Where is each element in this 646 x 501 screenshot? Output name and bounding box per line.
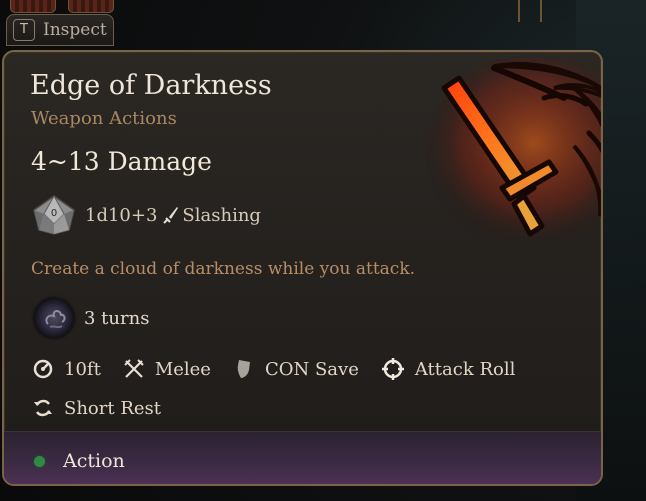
darkness-cloud-icon [34,298,74,338]
damage-dice-row: 0 1d10+3 Slashing [31,194,261,235]
cycle-arrows-icon [34,399,52,417]
d10-icon: 0 [33,194,75,235]
spell-properties-row: 10ft Melee CON Save Attack Roll [32,355,537,383]
spell-title: Edge of Darkness [30,70,272,101]
inspect-label: Inspect [43,20,107,40]
edge-of-darkness-icon [426,58,601,253]
crosshair-icon [381,358,404,380]
save-label: CON Save [264,358,359,380]
save-property: CON Save [233,358,359,380]
attack-type-label: Melee [154,358,211,380]
crossed-swords-icon [124,359,144,378]
spell-category: Weapon Actions [31,108,177,129]
tooltip-card: Edge of Darkness Weapon Actions 4~13 Dam… [2,50,603,486]
range-gauge-icon [33,359,53,379]
duration-label: 3 turns [84,307,150,329]
action-cost-row: Action [34,447,125,475]
action-cost-label: Action [63,450,125,472]
range-label: 10ft [64,358,101,380]
hotbar-slot[interactable] [10,0,56,13]
damage-dice-label: 1d10+3 [85,204,158,226]
damage-range: 4~13 Damage [31,147,212,176]
spell-description: Create a cloud of darkness while you att… [31,259,416,279]
duration-row: 3 turns [34,297,149,339]
roll-property: Attack Roll [381,357,516,381]
keybind-badge: T [13,19,35,41]
tooltip-scene: T Inspect Edge of Darkness Weapon Action… [0,0,646,501]
d10-face-label: 0 [51,208,57,219]
shield-icon [237,360,250,378]
roll-label: Attack Roll [414,358,516,380]
action-dot-icon [34,455,45,467]
inspect-button[interactable]: T Inspect [6,14,114,46]
sword-icon [163,207,179,224]
range-property: 10ft [32,358,101,380]
attack-type-property: Melee [123,358,211,380]
damage-type-label: Slashing [182,204,261,226]
frame-edge [518,0,542,22]
hotbar-slot[interactable] [68,0,114,13]
recharge-label: Short Rest [64,397,161,419]
hotbar-slots [10,0,114,14]
recharge-row: Short Rest [32,394,161,422]
